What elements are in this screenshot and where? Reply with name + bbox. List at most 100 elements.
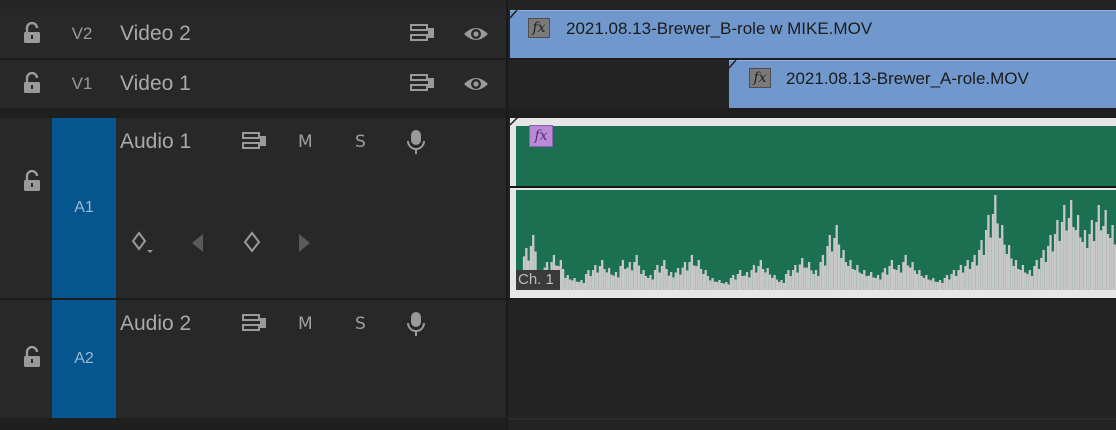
waveform-bar xyxy=(1030,276,1034,290)
sync-lock-icon[interactable] xyxy=(408,22,436,46)
sync-lock-icon[interactable] xyxy=(240,130,268,154)
lock-icon[interactable] xyxy=(22,169,42,192)
waveform-bar xyxy=(801,258,804,290)
waveform-bar xyxy=(628,262,631,290)
waveform-bar xyxy=(1106,234,1110,290)
track-target-v1[interactable]: V1 xyxy=(64,74,100,94)
sync-lock-icon[interactable] xyxy=(408,72,436,96)
waveform-bar xyxy=(775,279,779,290)
waveform-bar xyxy=(635,255,638,290)
waveform-bar xyxy=(1049,235,1052,290)
fx-badge[interactable]: fx xyxy=(749,68,771,88)
eye-icon[interactable] xyxy=(462,22,490,46)
waveform-bar xyxy=(881,272,884,290)
waveform-bar xyxy=(975,265,979,290)
waveform-bar xyxy=(619,266,622,290)
waveform-bar xyxy=(888,266,891,290)
waveform-bar xyxy=(865,276,868,290)
track-target-v2[interactable]: V2 xyxy=(64,24,100,44)
waveform-bar xyxy=(959,265,962,290)
lock-icon[interactable] xyxy=(22,21,42,44)
lock-icon[interactable] xyxy=(22,71,42,94)
waveform-bar xyxy=(851,269,854,290)
waveform-bar xyxy=(637,265,641,290)
track-header-a2: A2 Audio 2 M S xyxy=(0,300,508,418)
waveform-bar xyxy=(874,278,877,290)
waveform-bar xyxy=(821,255,825,290)
video-clip-v2[interactable]: fx 2021.08.13-Brewer_B-role w MIKE.MOV xyxy=(510,10,1116,58)
track-target-a2[interactable]: A2 xyxy=(52,300,116,418)
solo-button[interactable]: S xyxy=(355,314,366,334)
waveform-bar xyxy=(1042,250,1045,290)
waveform-bar xyxy=(617,277,620,290)
waveform-bar xyxy=(734,279,737,290)
keyframe-menu-icon[interactable] xyxy=(130,230,158,254)
track-header-v1: V1 Video 1 xyxy=(0,60,508,108)
waveform-bar xyxy=(895,270,898,290)
waveform-bar xyxy=(982,255,985,290)
waveform-bar xyxy=(1060,222,1064,290)
microphone-icon[interactable] xyxy=(402,128,430,154)
mute-button[interactable]: M xyxy=(298,314,313,334)
waveform-bar xyxy=(741,276,744,290)
lock-icon[interactable] xyxy=(22,345,42,368)
waveform-bar xyxy=(670,272,673,290)
previous-keyframe-icon[interactable] xyxy=(188,232,216,256)
waveform-bar xyxy=(906,265,910,290)
waveform-bar xyxy=(798,264,802,290)
solo-button[interactable]: S xyxy=(355,132,366,152)
audio-waveform xyxy=(516,190,1116,290)
video-clip-v1[interactable]: fx 2021.08.13-Brewer_A-role.MOV xyxy=(729,60,1116,108)
volume-rubberband[interactable] xyxy=(510,186,1116,188)
waveform-bar xyxy=(1005,254,1008,290)
lane-divider xyxy=(508,108,1116,118)
channel-label: Ch. 1 xyxy=(516,270,560,290)
waveform-bar xyxy=(925,275,928,290)
waveform-bar xyxy=(1081,242,1084,290)
microphone-icon[interactable] xyxy=(402,310,430,336)
waveform-bar xyxy=(849,260,852,290)
waveform-bar xyxy=(610,274,613,290)
waveform-bar xyxy=(989,237,992,290)
waveform-bar xyxy=(656,265,659,290)
track-target-a1[interactable]: A1 xyxy=(52,118,116,298)
waveform-bar xyxy=(663,260,666,290)
waveform-bar xyxy=(674,272,677,290)
mute-button[interactable]: M xyxy=(298,132,313,152)
waveform-bar xyxy=(810,270,813,290)
waveform-bar xyxy=(980,240,983,290)
waveform-bar xyxy=(630,270,634,290)
waveform-bar xyxy=(706,276,710,290)
waveform-bar xyxy=(778,282,781,290)
waveform-bar xyxy=(922,278,926,290)
waveform-bar xyxy=(573,278,576,290)
eye-icon[interactable] xyxy=(462,72,490,96)
waveform-bar xyxy=(584,274,588,290)
waveform-graphic xyxy=(516,195,1116,290)
add-keyframe-icon[interactable] xyxy=(240,230,268,254)
clip-name: 2021.08.13-Brewer_A-role.MOV xyxy=(786,69,1029,88)
waveform-bar xyxy=(644,276,648,290)
waveform-bar xyxy=(633,262,636,290)
waveform-bar xyxy=(759,260,762,290)
track-name-a2: Audio 2 xyxy=(120,312,192,335)
fx-badge[interactable]: fx xyxy=(529,125,553,147)
waveform-bar xyxy=(856,265,859,290)
waveform-bar xyxy=(867,275,871,290)
next-keyframe-icon[interactable] xyxy=(294,232,322,256)
waveform-bar xyxy=(1074,230,1077,290)
waveform-bar xyxy=(568,279,572,290)
waveform-bar xyxy=(1014,260,1018,290)
waveform-bar xyxy=(1086,248,1089,290)
sync-lock-icon[interactable] xyxy=(240,312,268,336)
waveform-bar xyxy=(651,279,654,290)
waveform-bar xyxy=(860,274,864,290)
waveform-bar xyxy=(984,230,988,290)
fx-badge[interactable]: fx xyxy=(528,18,550,38)
waveform-bar xyxy=(1053,234,1057,290)
waveform-bar xyxy=(764,272,767,290)
waveform-bar xyxy=(1065,230,1068,290)
waveform-bar xyxy=(936,282,939,290)
waveform-bar xyxy=(950,274,953,290)
waveform-bar xyxy=(902,262,905,290)
